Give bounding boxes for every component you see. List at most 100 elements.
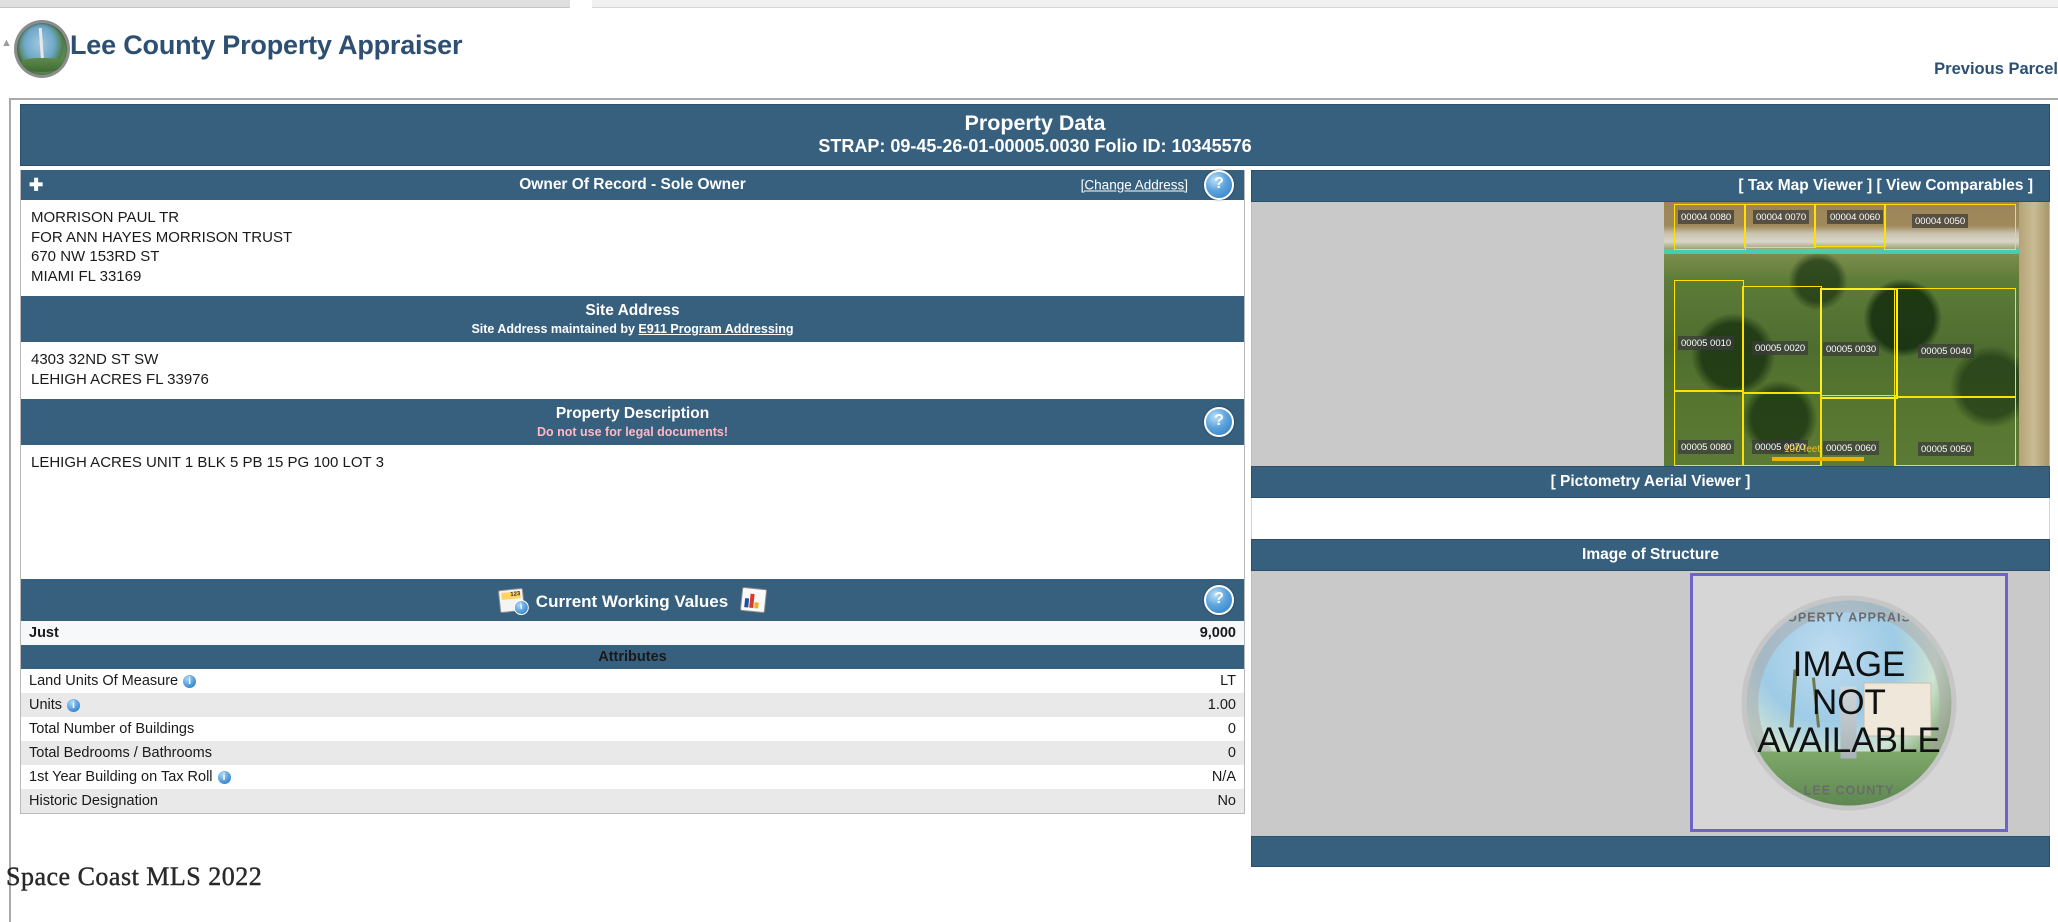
question-mark-help-icon[interactable]: ? [1204,584,1234,615]
parcel-label-selected: 00005 0030 [1823,342,1880,356]
seal-top-text: PROPERTY APPRAISER [1767,610,1931,624]
tax-map-viewer-links: [ Tax Map Viewer ] [ View Comparables ] [1738,177,2033,194]
info-icon[interactable]: i [217,770,231,784]
right-column-tail [1251,867,2050,922]
site-header: ▲ Lee County Property Appraiser [0,8,2058,78]
owner-of-record-header: ✚ Owner Of Record - Sole Owner [Change A… [21,170,1244,200]
attributes-header: Attributes [21,644,1244,669]
table-row: Total Number of Buildings 0 [21,717,1244,741]
property-description-label: Property Description [555,405,710,422]
property-data-title: Property Data [964,111,1106,135]
property-data-banner: Property Data STRAP: 09-45-26-01-00005.0… [20,104,2050,166]
structure-image-panel: PROPERTY APPRAISER LEE COUNTY IMAGE NOT … [1251,571,2050,836]
site-address-subnote: Site Address maintained by E911 Program … [21,322,1244,336]
legal-warning-note: Do not use for legal documents! [537,425,728,439]
attribute-label: Units i [21,692,804,717]
structure-image-frame: PROPERTY APPRAISER LEE COUNTY IMAGE NOT … [1690,573,2008,832]
table-row: Units i 1.00 [21,692,1244,717]
property-description-header: Property Description Do not use for lega… [21,399,1244,445]
bar-chart-icon [739,586,768,613]
table-row-just: Just 9,000 [21,620,1244,645]
owner-line: MORRISON PAUL TR [31,209,180,226]
parcel-label: 00004 0060 [1827,210,1884,224]
attribute-value: 0 [1227,720,1236,737]
owner-address-block: MORRISON PAUL TR FOR ANN HAYES MORRISON … [21,200,1244,296]
question-mark-help-icon[interactable]: ? [1204,170,1234,200]
scroll-up-arrow-icon[interactable]: ▲ [1,36,12,50]
parcel-label: 00005 0050 [1918,442,1975,456]
image-of-structure-header: Image of Structure [1251,539,2050,571]
image-of-structure-label: Image of Structure [1582,546,1719,563]
owner-of-record-label: Owner Of Record - Sole Owner [519,176,746,193]
left-column-spacer [21,482,1244,579]
values-table: Just 9,000 Attributes Land Units Of Meas… [21,620,1244,813]
table-row: Land Units Of Measure i LT [21,669,1244,693]
property-description-block: LEHIGH ACRES UNIT 1 BLK 5 PB 15 PG 100 L… [21,445,1244,483]
page-root: ▲ Lee County Property Appraiser Previous… [0,0,2058,922]
calculator-info-icon: 123 i [497,587,530,616]
attributes-header-row: Attributes [21,644,1244,669]
attribute-label-text: Land Units Of Measure [29,672,179,689]
attribute-label: Historic Designation [21,788,804,813]
attribute-value: LT [1220,672,1236,689]
attribute-label: Total Number of Buildings [21,717,804,741]
property-description-text: LEHIGH ACRES UNIT 1 BLK 5 PB 15 PG 100 L… [31,454,384,471]
map-scale-bar [1772,457,1864,461]
parcel-outline [1674,390,1744,466]
info-icon[interactable]: i [67,698,81,712]
site-address-line: 4303 32ND ST SW [31,351,159,368]
pictometry-aerial-viewer-header[interactable]: [ Pictometry Aerial Viewer ] [1251,466,2050,498]
attribute-label-text: Total Number of Buildings [29,720,195,737]
parcel-outline [1894,288,2016,398]
attribute-label: 1st Year Building on Tax Roll i [21,765,804,789]
parcel-outline [1820,395,1896,466]
parcel-label: 00005 0060 [1823,441,1880,455]
site-address-label: Site Address [585,302,680,319]
site-address-header: Site Address Site Address maintained by … [21,296,1244,342]
attribute-label-text: Historic Designation [29,792,158,809]
seal-bottom-text: LEE COUNTY [1803,783,1895,797]
browser-tab-strip-right [592,0,2058,8]
browser-chrome-strip [0,0,2058,8]
owner-line: FOR ANN HAYES MORRISON TRUST [31,228,293,246]
parcel-label: 00005 0020 [1752,341,1809,355]
parcel-outline [1742,286,1822,394]
previous-parcel-link[interactable]: Previous Parcel [1934,60,2058,79]
parcel-label: 00004 0050 [1912,214,1969,228]
just-label: Just [21,620,804,645]
mls-watermark: Space Coast MLS 2022 [6,862,263,891]
attribute-value: No [803,788,1244,813]
attribute-label-text: Total Bedrooms / Bathrooms [29,744,212,761]
attribute-label-text: 1st Year Building on Tax Roll [29,768,213,785]
previous-parcel-label: Previous Parcel [1934,60,2058,78]
panel-gap [1251,498,2050,539]
table-row: Historic Designation No [21,788,1244,813]
overlay-line-2: NOT [1812,682,1886,722]
site-address-block: 4303 32ND ST SW LEHIGH ACRES FL 33976 [21,342,1244,399]
info-icon[interactable]: i [183,674,197,688]
plus-icon[interactable]: ✚ [29,177,43,194]
tax-map-viewer-header[interactable]: [ Tax Map Viewer ] [ View Comparables ] [1251,170,2050,202]
overlay-line-3: AVAILABLE [1757,720,1941,760]
attribute-value: 1.00 [803,692,1244,717]
question-mark-help-icon[interactable]: ? [1204,407,1234,437]
table-row: Total Bedrooms / Bathrooms 0 [21,740,1244,765]
just-value: 9,000 [803,620,1244,645]
parcel-label: 00005 0080 [1678,440,1735,454]
e911-program-addressing-link[interactable]: E911 Program Addressing [638,322,793,336]
county-seal-icon [14,20,70,78]
page-title: Lee County Property Appraiser [70,30,463,60]
parcel-label: 00004 0080 [1678,210,1735,224]
left-column: ✚ Owner Of Record - Sole Owner [Change A… [20,170,1245,814]
seal-ground [1746,751,1952,805]
browser-tab-strip-left [0,0,570,8]
aerial-map-panel[interactable]: 00004 0080 00004 0070 00004 0060 00004 0… [1251,202,2050,466]
attribute-value: 0 [803,740,1244,765]
change-address-link[interactable]: [Change Address] [1081,178,1188,193]
parcel-label: 00005 0040 [1918,344,1975,358]
attribute-label: Land Units Of Measure i [21,669,804,693]
map-scale-label: 100 feet [1784,444,1821,455]
dirt-road [2019,202,2049,466]
structure-panel-footer [1251,836,2050,867]
attribute-label-text: Units [29,696,63,713]
